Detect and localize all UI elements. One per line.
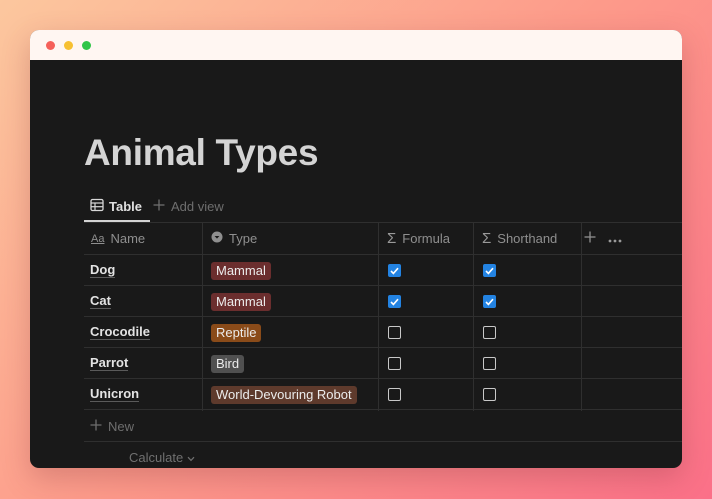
- calculate-button[interactable]: Calculate: [129, 445, 195, 468]
- new-row-label: New: [108, 419, 135, 434]
- shorthand-checkbox[interactable]: [483, 264, 496, 277]
- formula-cell: [380, 317, 470, 348]
- page-content: Animal Types Table Add view Aa Name Type: [30, 60, 682, 468]
- formula-checkbox[interactable]: [388, 326, 401, 339]
- new-row-button[interactable]: New: [84, 411, 134, 442]
- formula-checkbox[interactable]: [388, 264, 401, 277]
- formula-cell: [380, 286, 470, 317]
- close-window-button[interactable]: [46, 41, 55, 50]
- maximize-window-button[interactable]: [82, 41, 91, 50]
- shorthand-cell: [475, 348, 565, 379]
- calculate-label: Calculate: [129, 449, 184, 465]
- table-icon: [84, 198, 104, 215]
- column-header-label: Shorthand: [497, 231, 558, 246]
- column-divider: [473, 223, 474, 411]
- formula-cell: [380, 255, 470, 286]
- column-divider: [202, 223, 203, 411]
- shorthand-cell: [475, 317, 565, 348]
- formula-checkbox[interactable]: [388, 357, 401, 370]
- column-header-type[interactable]: Type: [204, 223, 378, 254]
- row-divider: [84, 409, 682, 410]
- row-name: Crocodile: [90, 324, 150, 340]
- minimize-window-button[interactable]: [64, 41, 73, 50]
- name-cell[interactable]: Dog: [84, 255, 202, 286]
- column-header-label: Formula: [402, 231, 450, 246]
- column-header-shorthand[interactable]: Σ Shorthand: [475, 223, 581, 254]
- sigma-icon: Σ: [387, 230, 397, 247]
- type-cell[interactable]: World-Devouring Robot: [204, 379, 378, 410]
- shorthand-cell: [475, 255, 565, 286]
- text-property-icon: Aa: [91, 232, 105, 245]
- shorthand-checkbox[interactable]: [483, 388, 496, 401]
- name-cell[interactable]: Crocodile: [84, 317, 202, 348]
- type-tag: Mammal: [211, 261, 271, 280]
- column-header-label: Name: [110, 231, 146, 246]
- row-name: Unicron: [90, 386, 140, 402]
- name-cell[interactable]: Unicron: [84, 379, 202, 410]
- type-tag: Mammal: [211, 292, 271, 311]
- formula-checkbox[interactable]: [388, 295, 401, 308]
- type-tag: Bird: [211, 354, 245, 373]
- divider: [84, 441, 682, 442]
- formula-checkbox[interactable]: [388, 388, 401, 401]
- app-window: Animal Types Table Add view Aa Name Type: [30, 30, 682, 468]
- type-cell[interactable]: Bird: [204, 348, 378, 379]
- row-name: Parrot: [90, 355, 129, 371]
- page-title[interactable]: Animal Types: [84, 132, 319, 174]
- header-actions: [584, 223, 622, 254]
- window-titlebar: [30, 30, 682, 60]
- tab-table-view[interactable]: Table: [84, 193, 150, 222]
- type-tag: Reptile: [211, 323, 262, 342]
- type-cell[interactable]: Mammal: [204, 255, 378, 286]
- add-view-button[interactable]: Add view: [153, 193, 224, 220]
- more-options-icon[interactable]: [608, 230, 622, 248]
- select-property-icon: [211, 231, 223, 246]
- column-header-formula[interactable]: Σ Formula: [380, 223, 473, 254]
- row-name: Cat: [90, 293, 111, 309]
- shorthand-checkbox[interactable]: [483, 326, 496, 339]
- shorthand-checkbox[interactable]: [483, 295, 496, 308]
- chevron-down-icon: [187, 450, 195, 465]
- add-view-label: Add view: [171, 199, 224, 214]
- column-header-name[interactable]: Aa Name: [84, 223, 202, 254]
- column-divider: [581, 223, 582, 411]
- column-header-label: Type: [229, 231, 258, 246]
- column-divider: [378, 223, 379, 411]
- tab-table-label: Table: [109, 199, 142, 214]
- type-tag: World-Devouring Robot: [211, 385, 357, 404]
- plus-icon: [90, 419, 102, 434]
- type-cell[interactable]: Reptile: [204, 317, 378, 348]
- shorthand-cell: [475, 379, 565, 410]
- plus-icon: [153, 199, 165, 214]
- name-cell[interactable]: Parrot: [84, 348, 202, 379]
- formula-cell: [380, 348, 470, 379]
- formula-cell: [380, 379, 470, 410]
- row-name: Dog: [90, 262, 116, 278]
- sigma-icon: Σ: [482, 230, 492, 247]
- shorthand-checkbox[interactable]: [483, 357, 496, 370]
- add-property-plus-icon[interactable]: [584, 230, 596, 248]
- shorthand-cell: [475, 286, 565, 317]
- name-cell[interactable]: Cat: [84, 286, 202, 317]
- type-cell[interactable]: Mammal: [204, 286, 378, 317]
